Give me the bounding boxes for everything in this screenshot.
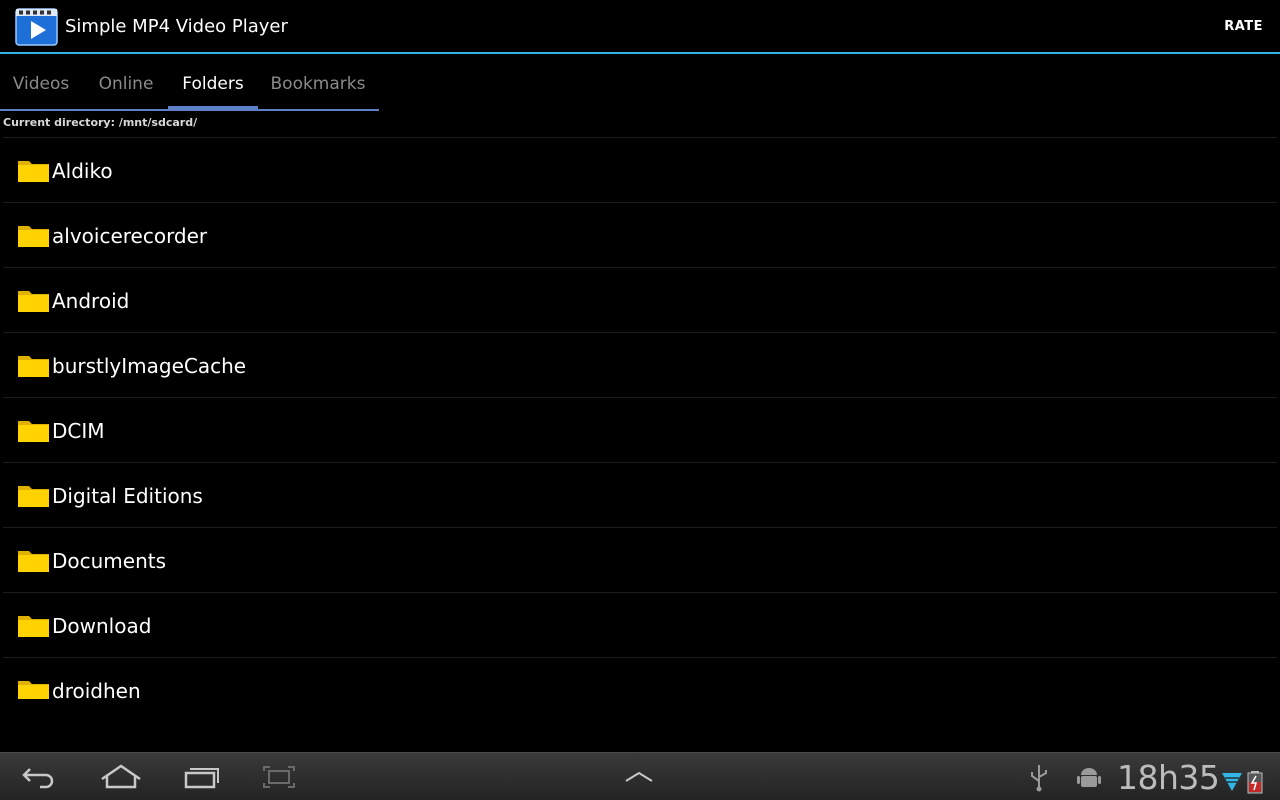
back-icon[interactable] [16,761,66,793]
folder-row[interactable]: DCIM [3,397,1277,462]
folder-list: Aldiko alvoicerecorder Android burstlyIm… [0,137,1280,699]
usb-icon [1031,765,1047,792]
folder-icon [18,421,49,442]
rate-button[interactable]: RATE [1224,19,1263,34]
folder-name: alvoicerecorder [52,224,208,248]
tab-bookmarks[interactable]: Bookmarks [260,56,376,109]
folder-icon [18,356,49,377]
folder-name: Aldiko [52,159,113,183]
tab-online[interactable]: Online [86,56,166,109]
folder-name: Documents [52,549,167,573]
wifi-icon [1222,773,1242,791]
tab-bar: Videos Online Folders Bookmarks [0,56,379,111]
folder-row[interactable]: Android [3,267,1277,332]
android-debug-icon [1077,768,1101,787]
folder-icon [18,616,49,637]
screenshot-icon[interactable] [254,761,304,793]
recents-icon[interactable] [176,761,226,793]
home-icon[interactable] [96,761,146,793]
folder-name: Android [52,289,130,313]
folder-name: burstlyImageCache [52,354,247,378]
folder-icon [18,226,49,247]
app-title: Simple MP4 Video Player [65,16,288,37]
action-bar: Simple MP4 Video Player RATE [0,0,1280,54]
clock: 18h35 [1117,758,1220,797]
folder-name: droidhen [52,679,141,699]
folder-row[interactable]: droidhen [3,657,1277,699]
system-bar: 18h35 [0,752,1280,800]
folder-row[interactable]: Aldiko [3,137,1277,202]
folder-name: DCIM [52,419,105,443]
current-directory: Current directory: /mnt/sdcard/ [3,116,198,129]
tab-videos[interactable]: Videos [0,56,82,109]
folder-row[interactable]: Download [3,592,1277,657]
menu-up-icon[interactable] [614,761,664,793]
folder-name: Download [52,614,152,638]
folder-name: Digital Editions [52,484,203,508]
folder-icon [18,161,49,182]
folder-icon [18,681,49,699]
folder-icon [18,486,49,507]
video-play-icon[interactable] [14,5,59,48]
folder-row[interactable]: Documents [3,527,1277,592]
tab-folders[interactable]: Folders [168,56,258,111]
folder-row[interactable]: burstlyImageCache [3,332,1277,397]
folder-row[interactable]: alvoicerecorder [3,202,1277,267]
folder-row[interactable]: Digital Editions [3,462,1277,527]
battery-icon [1247,771,1263,794]
folder-icon [18,291,49,312]
folder-icon [18,551,49,572]
